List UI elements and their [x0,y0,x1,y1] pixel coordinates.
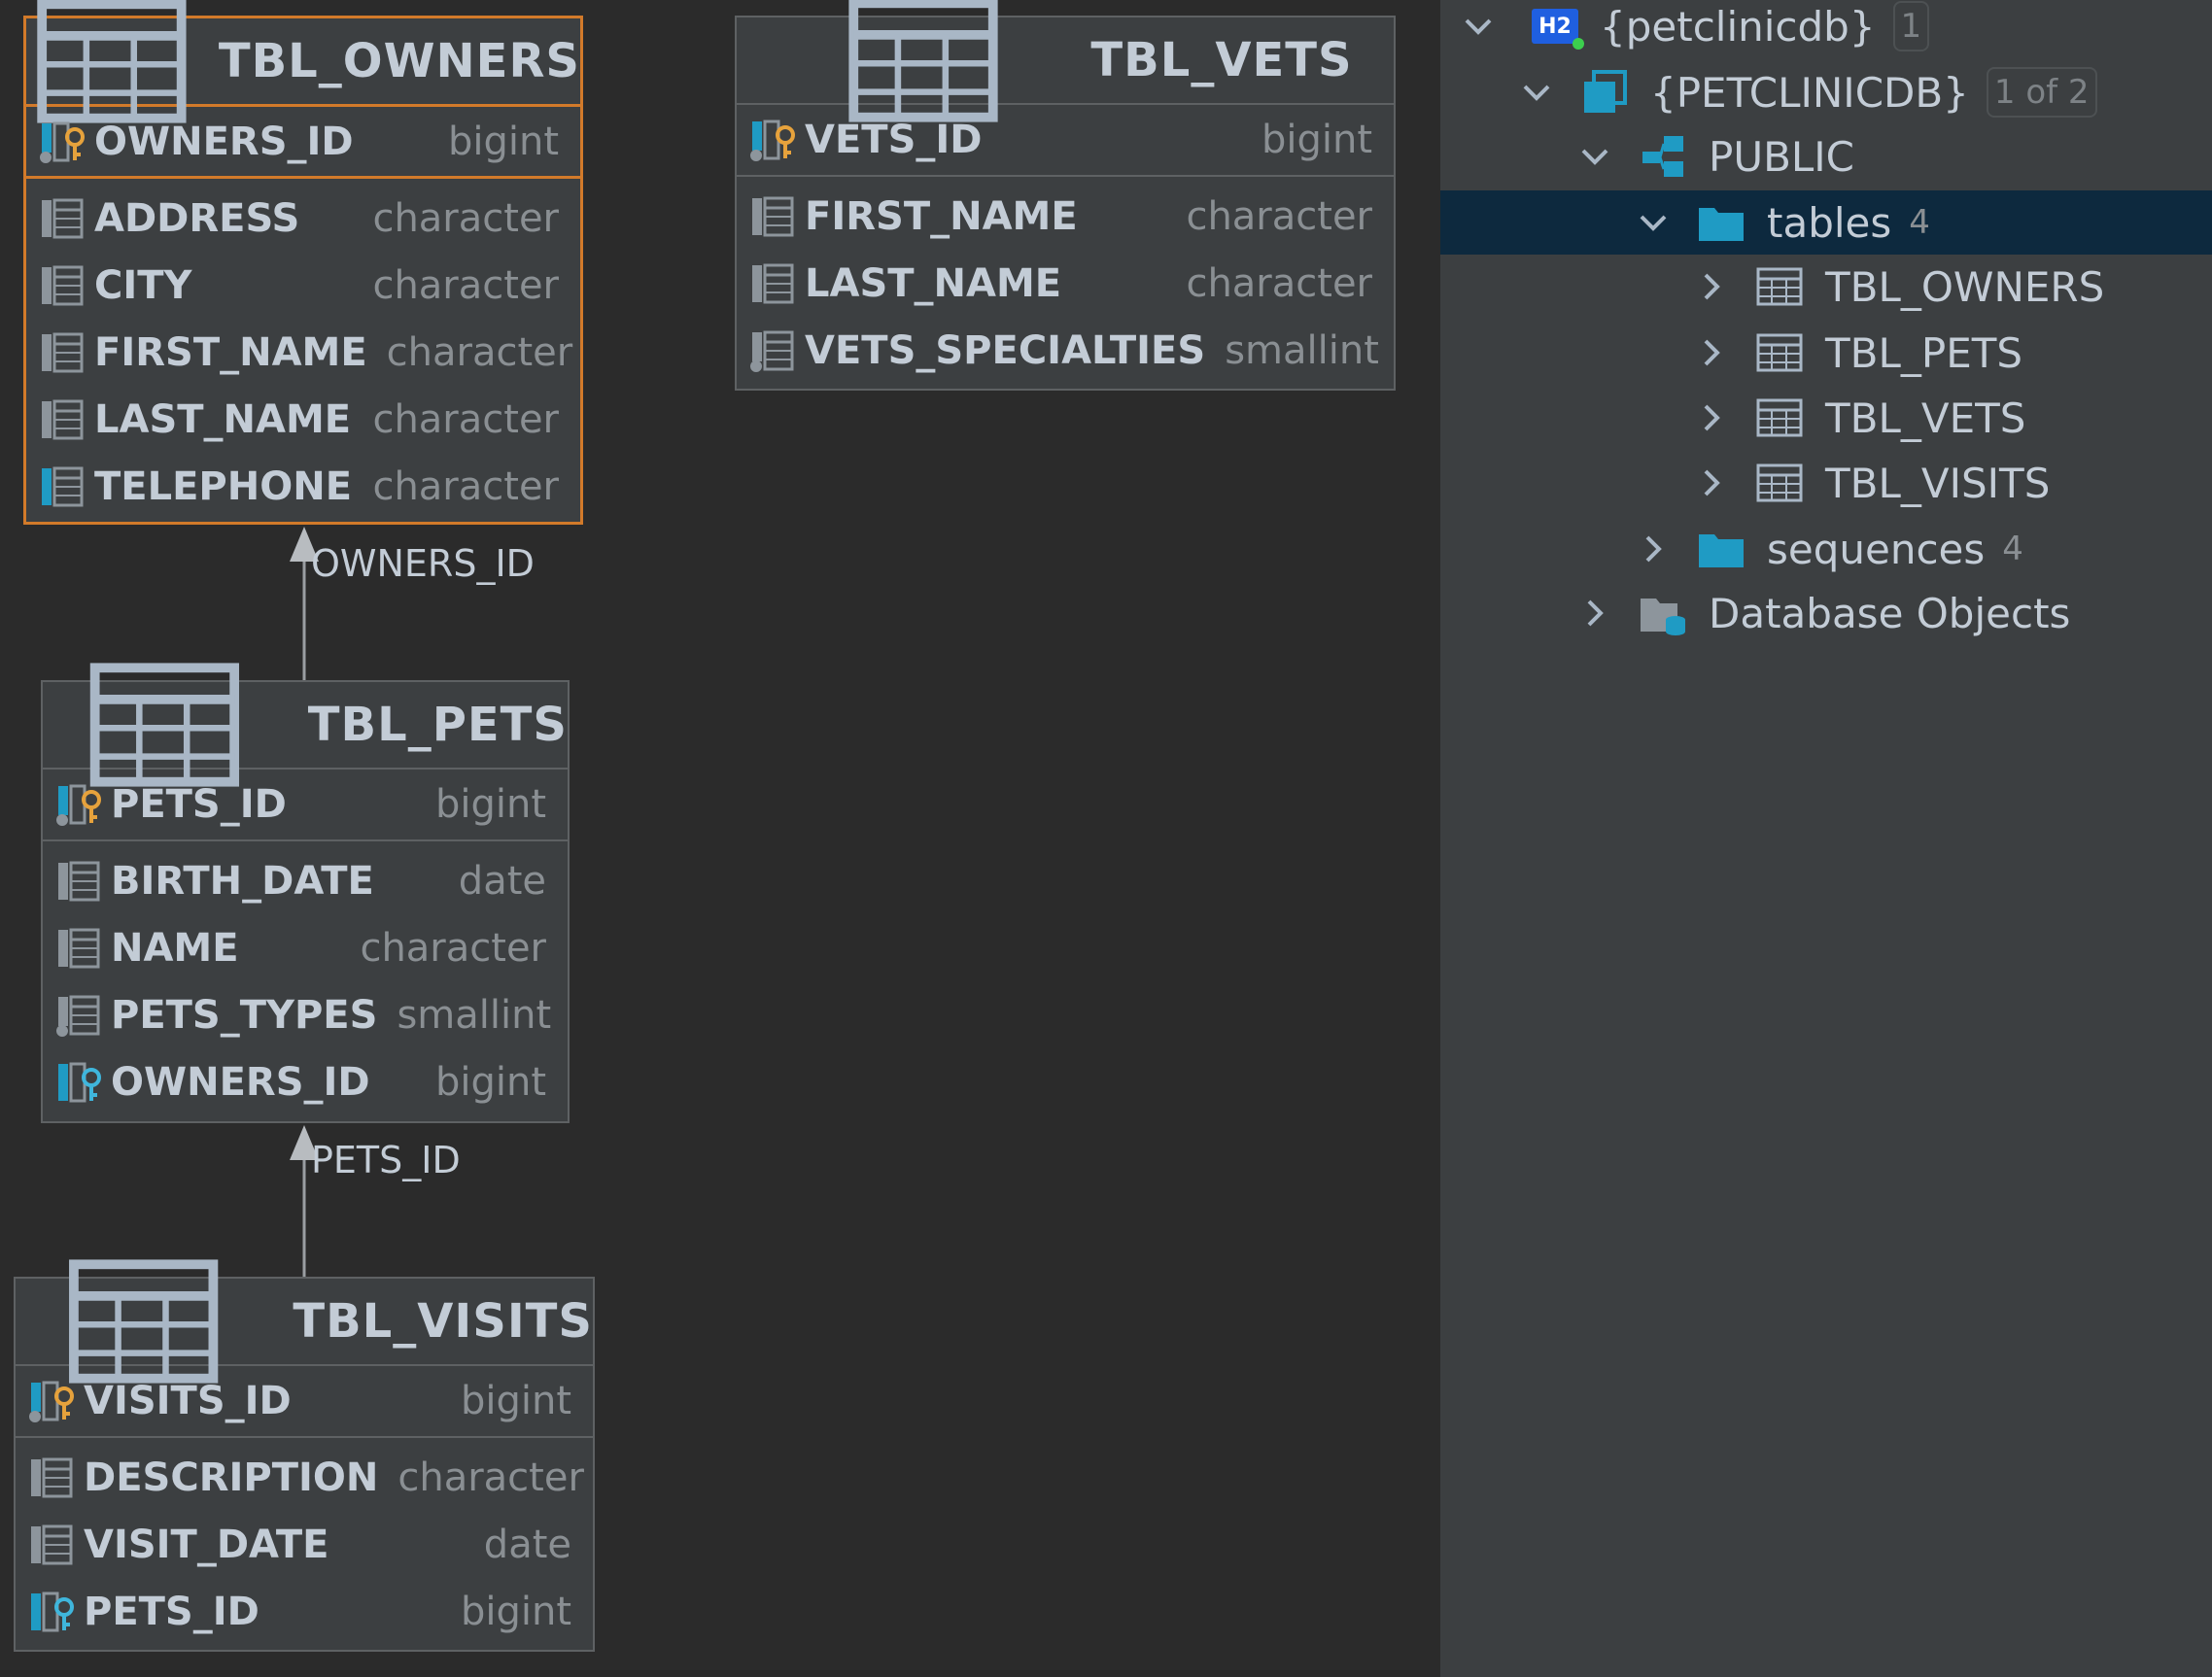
edge-label-pets-id: PETS_ID [311,1139,461,1181]
tree-node-petclinicdb[interactable]: H2 {petclinicdb} 1 [1440,0,2212,58]
chevron-right-icon[interactable] [1695,466,1728,499]
database-objects-icon [1639,591,1687,635]
folder-icon [1697,200,1745,245]
item-count: 4 [2002,530,2023,568]
table-grid-icon [1755,330,1804,375]
count-badge: 1 of 2 [1986,67,2097,118]
tree-node-table-item[interactable]: TBL_PETS [1440,321,2212,385]
er-diagram-canvas[interactable]: TBL_OWNERS OWNERS_ID bigint ADDRESS char… [0,0,1440,1677]
chevron-down-icon[interactable] [1637,206,1670,239]
h2-badge-text: H2 [1538,14,1572,39]
table-grid-icon [1755,264,1804,309]
table-grid-icon [1755,395,1804,440]
tree-node-schema-db[interactable]: {PETCLINICDB} 1 of 2 [1440,60,2212,124]
tree-label: sequences [1767,525,1986,573]
folder-icon [1697,527,1745,571]
h2-database-icon: H2 [1532,9,1584,50]
database-explorer-tree[interactable]: H2 {petclinicdb} 1 {PETCLINICDB} 1 of 2 … [1440,0,2212,1677]
tree-node-database-objects[interactable]: Database Objects [1440,581,2212,645]
chevron-right-icon[interactable] [1695,336,1728,369]
tree-label: TBL_VISITS [1825,459,2051,507]
chevron-down-icon[interactable] [1520,76,1553,109]
chevron-right-icon[interactable] [1695,401,1728,434]
tree-label: tables [1767,198,1892,247]
tree-node-public[interactable]: PUBLIC [1440,124,2212,188]
tree-label: PUBLIC [1709,132,1854,181]
tree-node-sequences[interactable]: sequences 4 [1440,517,2212,581]
tree-label: {petclinicdb} [1600,2,1876,51]
tree-label: TBL_OWNERS [1825,262,2105,311]
tree-label: TBL_PETS [1825,328,2023,377]
chevron-right-icon[interactable] [1695,270,1728,303]
chevron-down-icon[interactable] [1578,140,1611,173]
count-badge: 1 [1892,1,1930,51]
table-grid-icon [1755,461,1804,505]
tree-label: TBL_VETS [1825,394,2026,442]
database-icon [1580,70,1629,115]
tree-node-table-item[interactable]: TBL_VETS [1440,386,2212,450]
schema-icon [1639,134,1687,179]
tree-node-table-item[interactable]: TBL_VISITS [1440,451,2212,515]
chevron-right-icon[interactable] [1578,597,1611,630]
item-count: 4 [1909,203,1930,242]
connected-status-dot [1573,38,1584,50]
tree-node-table-item[interactable]: TBL_OWNERS [1440,255,2212,319]
chevron-right-icon[interactable] [1637,532,1670,565]
tree-label: Database Objects [1709,589,2071,637]
tree-label: {PETCLINICDB} [1650,68,1969,117]
chevron-down-icon[interactable] [1462,10,1495,43]
relationship-lines [290,527,319,1277]
edge-label-owners-id: OWNERS_ID [311,542,535,585]
tree-node-tables[interactable]: tables 4 [1440,190,2212,255]
